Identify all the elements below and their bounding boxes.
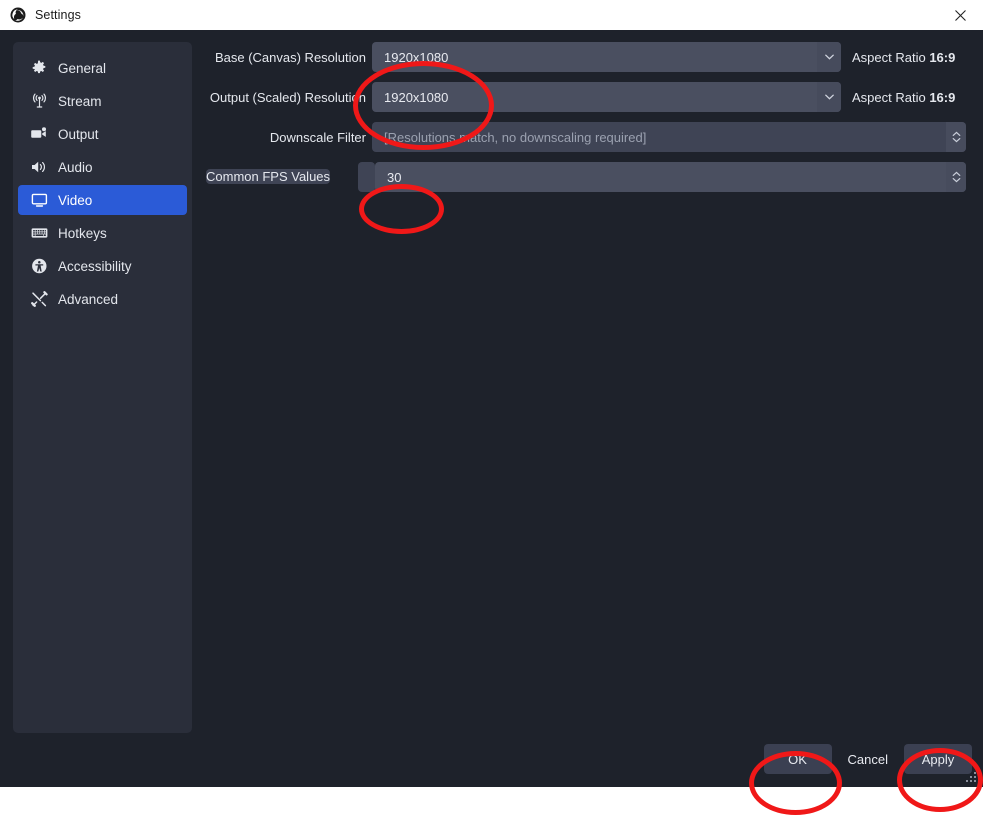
tools-icon	[30, 290, 48, 308]
downscale-filter-value: [Resolutions match, no downscaling requi…	[384, 129, 647, 145]
sidebar-item-label: Advanced	[58, 291, 119, 307]
base-aspect-ratio: Aspect Ratio 16:9	[852, 50, 955, 65]
settings-sidebar: General Stream Output Audio Video Hotkey…	[13, 42, 192, 733]
chevron-down-icon[interactable]	[817, 82, 841, 112]
base-resolution-label: Base (Canvas) Resolution	[214, 49, 366, 65]
downscale-filter-label: Downscale Filter	[269, 129, 366, 145]
sidebar-item-stream[interactable]: Stream	[18, 86, 187, 116]
cancel-button[interactable]: Cancel	[834, 744, 902, 774]
row-downscale-filter: Downscale Filter [Resolutions match, no …	[206, 122, 972, 152]
base-aspect-label: Aspect Ratio	[852, 49, 926, 65]
output-aspect-ratio: Aspect Ratio 16:9	[852, 90, 955, 105]
sidebar-item-label: Hotkeys	[58, 225, 107, 241]
close-icon[interactable]	[937, 0, 983, 30]
title-bar: Settings	[0, 0, 983, 30]
fps-label-notch	[358, 162, 375, 192]
apply-button[interactable]: Apply	[904, 744, 972, 774]
output-resolution-label: Output (Scaled) Resolution	[209, 89, 366, 105]
common-fps-value: 30	[387, 169, 402, 185]
sidebar-item-audio[interactable]: Audio	[18, 152, 187, 182]
common-fps-label[interactable]: Common FPS Values	[206, 169, 331, 184]
accessibility-icon	[30, 257, 48, 275]
output-resolution-value: 1920x1080	[384, 89, 449, 105]
spinner-arrows-icon[interactable]	[946, 162, 966, 192]
sidebar-item-hotkeys[interactable]: Hotkeys	[18, 218, 187, 248]
video-camera-icon	[30, 125, 48, 143]
sidebar-item-label: General	[58, 60, 107, 76]
sidebar-item-label: Accessibility	[58, 258, 132, 274]
sidebar-item-advanced[interactable]: Advanced	[18, 284, 187, 314]
obs-logo-icon	[10, 7, 26, 23]
video-settings-form: Base (Canvas) Resolution 1920x1080 Aspec…	[206, 42, 972, 202]
ok-button[interactable]: OK	[763, 744, 832, 774]
base-resolution-value: 1920x1080	[384, 49, 449, 65]
row-output-resolution: Output (Scaled) Resolution 1920x1080 Asp…	[206, 82, 972, 112]
row-base-resolution: Base (Canvas) Resolution 1920x1080 Aspec…	[206, 42, 972, 72]
base-resolution-combobox[interactable]: 1920x1080	[372, 42, 841, 72]
dialog-buttons: OK Cancel Apply	[762, 744, 972, 774]
gear-icon	[30, 59, 48, 77]
sidebar-item-output[interactable]: Output	[18, 119, 187, 149]
sidebar-item-label: Video	[58, 192, 93, 208]
chevron-down-icon[interactable]	[817, 42, 841, 72]
output-aspect-value: 16:9	[929, 89, 956, 105]
base-aspect-value: 16:9	[929, 49, 956, 65]
output-aspect-label: Aspect Ratio	[852, 89, 926, 105]
resize-grip-icon[interactable]	[965, 770, 979, 784]
sidebar-item-label: Output	[58, 126, 99, 142]
common-fps-combobox[interactable]: 30	[375, 162, 966, 192]
output-resolution-combobox[interactable]: 1920x1080	[372, 82, 841, 112]
monitor-icon	[30, 191, 48, 209]
sidebar-item-accessibility[interactable]: Accessibility	[18, 251, 187, 281]
sidebar-item-video[interactable]: Video	[18, 185, 187, 215]
window-title: Settings	[35, 8, 81, 22]
keyboard-icon	[30, 224, 48, 242]
spinner-arrows-icon[interactable]	[946, 122, 966, 152]
speaker-icon	[30, 158, 48, 176]
sidebar-item-label: Stream	[58, 93, 102, 109]
downscale-filter-combobox[interactable]: [Resolutions match, no downscaling requi…	[372, 122, 966, 152]
sidebar-item-label: Audio	[58, 159, 93, 175]
sidebar-item-general[interactable]: General	[18, 53, 187, 83]
row-common-fps: Common FPS Values 30	[206, 162, 972, 192]
settings-window-body: General Stream Output Audio Video Hotkey…	[0, 30, 983, 815]
broadcast-icon	[30, 92, 48, 110]
